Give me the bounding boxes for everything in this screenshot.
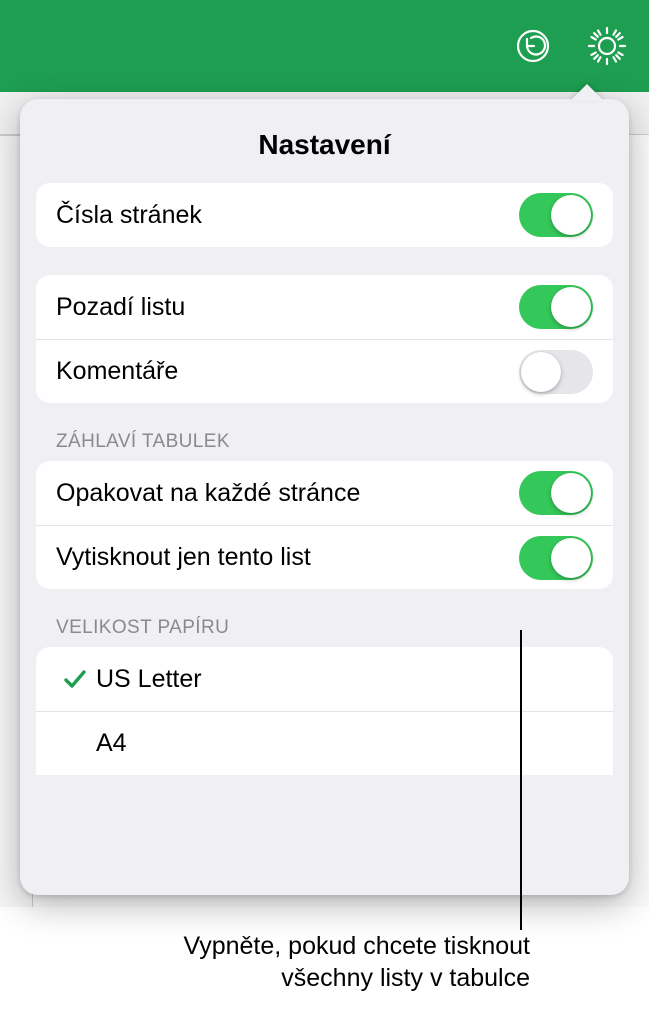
toolbar xyxy=(0,0,649,92)
callout-line1: Vypněte, pokud chcete tisknout xyxy=(183,932,530,960)
paper-size-label: US Letter xyxy=(96,665,202,694)
section-header-table-headers: ZÁHLAVÍ TABULEK xyxy=(56,431,593,453)
section-header-paper-size: VELIKOST PAPÍRU xyxy=(56,617,593,639)
row-label: Komentáře xyxy=(56,357,178,386)
undo-icon xyxy=(513,26,553,66)
row-page-numbers[interactable]: Čísla stránek xyxy=(36,183,613,247)
row-label: Opakovat na každé stránce xyxy=(56,479,360,508)
toggle-print-this-sheet[interactable] xyxy=(519,536,593,580)
toggle-page-numbers[interactable] xyxy=(519,193,593,237)
row-label: Pozadí listu xyxy=(56,293,185,322)
row-comments[interactable]: Komentáře xyxy=(36,339,613,403)
paper-size-label: A4 xyxy=(96,729,127,758)
row-repeat-headers[interactable]: Opakovat na každé stránce xyxy=(36,461,613,525)
popover-arrow xyxy=(570,84,604,101)
row-label: Vytisknout jen tento list xyxy=(56,543,311,572)
toggle-repeat-headers[interactable] xyxy=(519,471,593,515)
settings-group-general-1: Čísla stránek xyxy=(36,183,613,247)
callout-leader-line xyxy=(520,630,522,930)
callout-text: Vypněte, pokud chcete tisknout všechny l… xyxy=(60,930,530,994)
settings-group-table-headers: Opakovat na každé stránce Vytisknout jen… xyxy=(36,461,613,589)
settings-button[interactable] xyxy=(583,22,631,70)
checkmark-icon xyxy=(54,666,96,692)
row-print-this-sheet[interactable]: Vytisknout jen tento list xyxy=(36,525,613,589)
toggle-sheet-background[interactable] xyxy=(519,285,593,329)
popover-title: Nastavení xyxy=(20,109,629,183)
checkmark-icon xyxy=(54,731,96,757)
paper-size-a4[interactable]: A4 xyxy=(36,711,613,775)
callout-line2: všechny listy v tabulce xyxy=(281,964,530,992)
settings-popover: Nastavení Čísla stránek Pozadí listu Kom… xyxy=(20,99,629,895)
undo-button[interactable] xyxy=(509,22,557,70)
row-label: Čísla stránek xyxy=(56,201,202,230)
gear-icon xyxy=(586,25,628,67)
paper-size-us-letter[interactable]: US Letter xyxy=(36,647,613,711)
toggle-comments[interactable] xyxy=(519,350,593,394)
settings-group-general-2: Pozadí listu Komentáře xyxy=(36,275,613,403)
settings-group-paper-size: US Letter A4 xyxy=(36,647,613,775)
row-sheet-background[interactable]: Pozadí listu xyxy=(36,275,613,339)
